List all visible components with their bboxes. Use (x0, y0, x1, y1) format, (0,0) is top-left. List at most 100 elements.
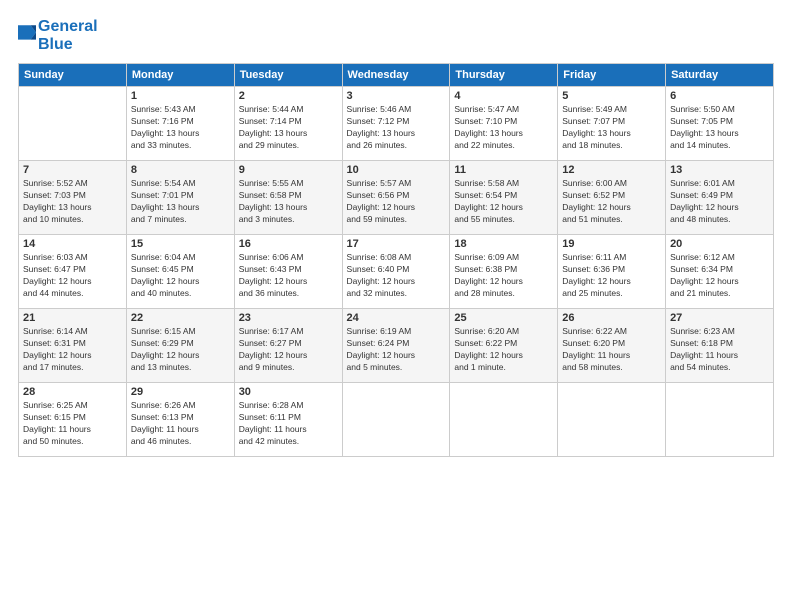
day-number: 6 (670, 90, 769, 102)
calendar-cell: 21Sunrise: 6:14 AM Sunset: 6:31 PM Dayli… (19, 309, 127, 383)
day-number: 13 (670, 164, 769, 176)
day-number: 25 (454, 312, 553, 324)
day-info: Sunrise: 6:26 AM Sunset: 6:13 PM Dayligh… (131, 400, 230, 448)
day-info: Sunrise: 6:08 AM Sunset: 6:40 PM Dayligh… (347, 252, 446, 300)
day-info: Sunrise: 5:58 AM Sunset: 6:54 PM Dayligh… (454, 178, 553, 226)
day-number: 28 (23, 386, 122, 398)
calendar-cell: 1 Sunrise: 5:43 AM Sunset: 7:16 PM Daylig… (126, 87, 234, 161)
day-info: Sunrise: 5:54 AM Sunset: 7:01 PM Dayligh… (131, 178, 230, 226)
calendar-cell (558, 383, 666, 457)
day-info: Sunrise: 6:04 AM Sunset: 6:45 PM Dayligh… (131, 252, 230, 300)
day-number: 3 (347, 90, 446, 102)
day-number: 10 (347, 164, 446, 176)
calendar-cell: 18 Sunrise: 6:09 AM Sunset: 6:38 PM Dayli… (450, 235, 558, 309)
day-number: 19 (562, 238, 661, 250)
calendar-cell: 15 Sunrise: 6:04 AM Sunset: 6:45 PM Dayli… (126, 235, 234, 309)
day-info: Sunrise: 5:52 AM Sunset: 7:03 PM Dayligh… (23, 178, 122, 226)
calendar-header-row: Sunday Monday Tuesday Wednesday Thursday… (19, 64, 774, 87)
day-info: Sunrise: 6:23 AM Sunset: 6:18 PM Dayligh… (670, 326, 769, 374)
calendar-cell: 5 Sunrise: 5:49 AM Sunset: 7:07 PM Daylig… (558, 87, 666, 161)
day-number: 12 (562, 164, 661, 176)
day-number: 4 (454, 90, 553, 102)
calendar-cell: 20 Sunrise: 6:12 AM Sunset: 6:34 PM Dayli… (666, 235, 774, 309)
day-number: 21 (23, 312, 122, 324)
calendar-cell: 12 Sunrise: 6:00 AM Sunset: 6:52 PM Dayli… (558, 161, 666, 235)
header: General Blue (18, 18, 774, 53)
day-number: 11 (454, 164, 553, 176)
day-info: Sunrise: 5:44 AM Sunset: 7:14 PM Dayligh… (239, 104, 338, 152)
day-info: Sunrise: 6:20 AM Sunset: 6:22 PM Dayligh… (454, 326, 553, 374)
calendar-cell: 17 Sunrise: 6:08 AM Sunset: 6:40 PM Dayli… (342, 235, 450, 309)
day-info: Sunrise: 6:11 AM Sunset: 6:36 PM Dayligh… (562, 252, 661, 300)
day-number: 20 (670, 238, 769, 250)
day-info: Sunrise: 6:22 AM Sunset: 6:20 PM Dayligh… (562, 326, 661, 374)
calendar-cell: 2 Sunrise: 5:44 AM Sunset: 7:14 PM Daylig… (234, 87, 342, 161)
calendar-cell (342, 383, 450, 457)
calendar-cell: 27 Sunrise: 6:23 AM Sunset: 6:18 PM Dayli… (666, 309, 774, 383)
day-number: 7 (23, 164, 122, 176)
day-number: 27 (670, 312, 769, 324)
day-info: Sunrise: 6:00 AM Sunset: 6:52 PM Dayligh… (562, 178, 661, 226)
calendar-cell: 30 Sunrise: 6:28 AM Sunset: 6:11 PM Dayli… (234, 383, 342, 457)
day-info: Sunrise: 6:09 AM Sunset: 6:38 PM Dayligh… (454, 252, 553, 300)
day-info: Sunrise: 6:12 AM Sunset: 6:34 PM Dayligh… (670, 252, 769, 300)
day-info: Sunrise: 6:25 AM Sunset: 6:15 PM Dayligh… (23, 400, 122, 448)
col-saturday: Saturday (666, 64, 774, 87)
calendar-cell: 23 Sunrise: 6:17 AM Sunset: 6:27 PM Dayli… (234, 309, 342, 383)
day-info: Sunrise: 6:06 AM Sunset: 6:43 PM Dayligh… (239, 252, 338, 300)
day-info: Sunrise: 5:55 AM Sunset: 6:58 PM Dayligh… (239, 178, 338, 226)
calendar-cell: 16Sunrise: 6:06 AM Sunset: 6:43 PM Dayli… (234, 235, 342, 309)
calendar-cell: 22 Sunrise: 6:15 AM Sunset: 6:29 PM Dayli… (126, 309, 234, 383)
col-thursday: Thursday (450, 64, 558, 87)
day-info: Sunrise: 6:01 AM Sunset: 6:49 PM Dayligh… (670, 178, 769, 226)
day-number: 9 (239, 164, 338, 176)
logo-text: General Blue (38, 18, 98, 53)
calendar-cell: 8 Sunrise: 5:54 AM Sunset: 7:01 PM Daylig… (126, 161, 234, 235)
day-info: Sunrise: 6:28 AM Sunset: 6:11 PM Dayligh… (239, 400, 338, 448)
col-tuesday: Tuesday (234, 64, 342, 87)
day-number: 2 (239, 90, 338, 102)
day-info: Sunrise: 5:57 AM Sunset: 6:56 PM Dayligh… (347, 178, 446, 226)
calendar-cell: 24 Sunrise: 6:19 AM Sunset: 6:24 PM Dayli… (342, 309, 450, 383)
day-number: 17 (347, 238, 446, 250)
calendar-cell: 19 Sunrise: 6:11 AM Sunset: 6:36 PM Dayli… (558, 235, 666, 309)
col-wednesday: Wednesday (342, 64, 450, 87)
calendar-cell: 4 Sunrise: 5:47 AM Sunset: 7:10 PM Daylig… (450, 87, 558, 161)
day-number: 30 (239, 386, 338, 398)
calendar-table: Sunday Monday Tuesday Wednesday Thursday… (18, 63, 774, 457)
day-number: 14 (23, 238, 122, 250)
day-number: 15 (131, 238, 230, 250)
day-info: Sunrise: 5:50 AM Sunset: 7:05 PM Dayligh… (670, 104, 769, 152)
page: General Blue Sunday Monday Tuesday Wedne… (0, 0, 792, 612)
calendar-cell: 9 Sunrise: 5:55 AM Sunset: 6:58 PM Daylig… (234, 161, 342, 235)
calendar-week-4: 21Sunrise: 6:14 AM Sunset: 6:31 PM Dayli… (19, 309, 774, 383)
calendar-cell: 7 Sunrise: 5:52 AM Sunset: 7:03 PM Daylig… (19, 161, 127, 235)
day-info: Sunrise: 5:46 AM Sunset: 7:12 PM Dayligh… (347, 104, 446, 152)
day-number: 5 (562, 90, 661, 102)
day-number: 23 (239, 312, 338, 324)
day-number: 22 (131, 312, 230, 324)
day-number: 1 (131, 90, 230, 102)
day-number: 29 (131, 386, 230, 398)
calendar-cell: 25 Sunrise: 6:20 AM Sunset: 6:22 PM Dayli… (450, 309, 558, 383)
day-info: Sunrise: 6:03 AM Sunset: 6:47 PM Dayligh… (23, 252, 122, 300)
calendar-cell (450, 383, 558, 457)
calendar-week-2: 7 Sunrise: 5:52 AM Sunset: 7:03 PM Daylig… (19, 161, 774, 235)
calendar-cell: 29 Sunrise: 6:26 AM Sunset: 6:13 PM Dayli… (126, 383, 234, 457)
calendar-week-1: 1 Sunrise: 5:43 AM Sunset: 7:16 PM Daylig… (19, 87, 774, 161)
day-number: 8 (131, 164, 230, 176)
day-info: Sunrise: 6:19 AM Sunset: 6:24 PM Dayligh… (347, 326, 446, 374)
day-number: 26 (562, 312, 661, 324)
day-info: Sunrise: 6:17 AM Sunset: 6:27 PM Dayligh… (239, 326, 338, 374)
calendar-cell: 26 Sunrise: 6:22 AM Sunset: 6:20 PM Dayli… (558, 309, 666, 383)
day-info: Sunrise: 6:15 AM Sunset: 6:29 PM Dayligh… (131, 326, 230, 374)
day-info: Sunrise: 5:49 AM Sunset: 7:07 PM Dayligh… (562, 104, 661, 152)
calendar-cell: 13 Sunrise: 6:01 AM Sunset: 6:49 PM Dayli… (666, 161, 774, 235)
day-info: Sunrise: 5:47 AM Sunset: 7:10 PM Dayligh… (454, 104, 553, 152)
day-number: 24 (347, 312, 446, 324)
calendar-cell: 6 Sunrise: 5:50 AM Sunset: 7:05 PM Daylig… (666, 87, 774, 161)
calendar-cell: 28 Sunrise: 6:25 AM Sunset: 6:15 PM Dayli… (19, 383, 127, 457)
day-number: 18 (454, 238, 553, 250)
calendar-cell: 10 Sunrise: 5:57 AM Sunset: 6:56 PM Dayli… (342, 161, 450, 235)
day-info: Sunrise: 5:43 AM Sunset: 7:16 PM Dayligh… (131, 104, 230, 152)
